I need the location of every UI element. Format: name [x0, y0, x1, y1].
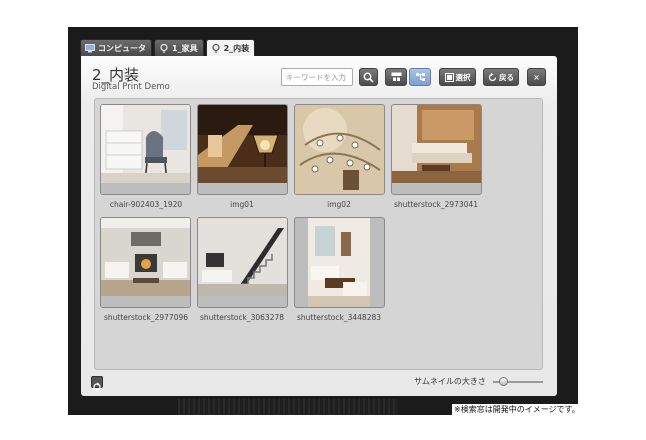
thumbnail-caption: shutterstock_3063278	[199, 313, 285, 322]
thumbnail-grid: chair-902403_1920 img01 img02 shuttersto…	[94, 98, 543, 370]
tab-label: 1_家具	[172, 43, 198, 53]
thumbnail-item[interactable]	[294, 104, 385, 195]
thumbnail-item[interactable]	[197, 217, 288, 308]
tab-computer[interactable]: コンピュータ	[80, 39, 152, 56]
thumbnail-item[interactable]	[391, 104, 482, 195]
select-button[interactable]: 選択	[439, 68, 476, 86]
interior-photo	[308, 218, 370, 307]
grid-view-icon	[391, 72, 401, 81]
thumbnail-caption: img02	[327, 200, 351, 209]
thumbnail-item[interactable]	[294, 217, 385, 308]
computer-icon	[85, 43, 95, 52]
back-label: 戻る	[499, 72, 514, 82]
refresh-button[interactable]	[91, 376, 103, 391]
interior-photo	[101, 218, 190, 296]
thumbnail-item[interactable]	[100, 104, 191, 195]
tab-interior[interactable]: 2_内装	[205, 39, 256, 56]
disclaimer-note: ※検索窓は開発中のイメージです。	[452, 404, 582, 415]
thumbnail-item[interactable]	[100, 217, 191, 308]
tree-view-button[interactable]	[409, 68, 431, 86]
search-icon	[363, 72, 374, 83]
tab-label: 2_内装	[223, 43, 250, 53]
tab-furniture[interactable]: 1_家具	[154, 39, 204, 56]
close-button[interactable]: ×	[527, 68, 546, 86]
pin-icon	[211, 43, 220, 53]
tree-view-icon	[415, 73, 425, 81]
select-label: 選択	[455, 72, 471, 82]
search-button[interactable]	[359, 68, 378, 86]
thumbnail-caption: shutterstock_2977096	[103, 313, 189, 322]
search-input[interactable]	[281, 68, 353, 86]
interior-photo	[101, 105, 190, 183]
interior-photo	[392, 105, 481, 183]
interior-photo	[198, 105, 287, 183]
thumbnail-caption: img01	[230, 200, 254, 209]
browser-panel: 2_内装 Digital Print Demo 選択	[81, 56, 557, 396]
thumbnail-size-slider-handle[interactable]	[499, 377, 508, 386]
chandelier-photo	[295, 105, 384, 194]
thumbnail-item[interactable]	[197, 104, 288, 195]
thumbnail-caption: chair-902403_1920	[109, 200, 183, 209]
pin-icon	[160, 43, 168, 53]
page-subtitle: Digital Print Demo	[92, 82, 170, 92]
thumbnail-caption: shutterstock_2973041	[393, 200, 479, 209]
thumbnail-caption: shutterstock_3448283	[296, 313, 382, 322]
tab-label: コンピュータ	[98, 43, 146, 53]
interior-photo	[198, 218, 287, 296]
refresh-icon	[93, 382, 101, 391]
thumbnail-size-label: サムネイルの大きさ	[414, 377, 486, 386]
background-content	[178, 399, 398, 415]
back-arrow-icon	[488, 72, 497, 81]
tab-bar: コンピュータ 1_家具 2_内装	[80, 39, 256, 56]
list-view-button[interactable]	[385, 68, 407, 86]
select-icon	[444, 72, 454, 82]
back-button[interactable]: 戻る	[483, 68, 519, 86]
close-icon: ×	[533, 72, 540, 82]
